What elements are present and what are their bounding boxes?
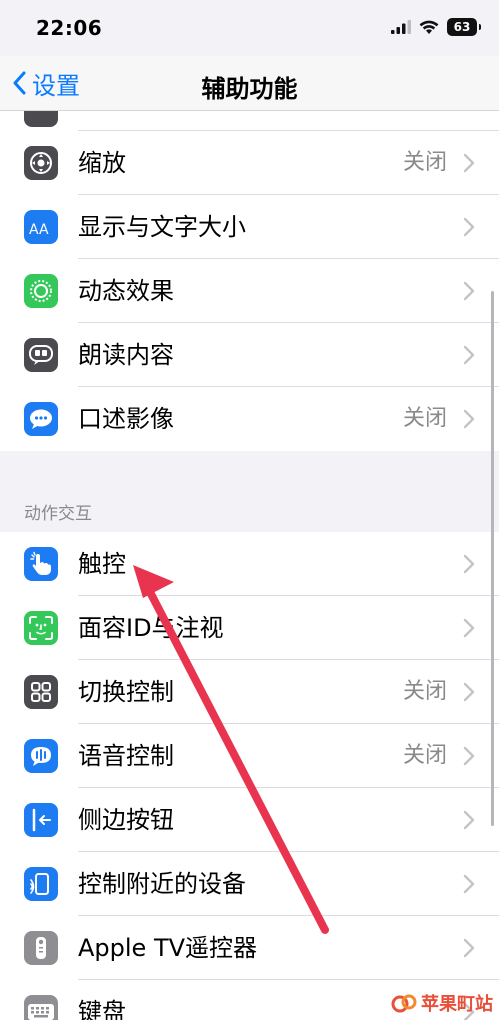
settings-row-voice-control[interactable]: 语音控制 关闭 <box>0 724 499 788</box>
logo-icon <box>391 994 417 1013</box>
row-label: 朗读内容 <box>78 341 174 369</box>
wifi-icon <box>419 20 439 34</box>
settings-row-side-button[interactable]: 侧边按钮 <box>0 788 499 852</box>
row-label: 语音控制 <box>78 742 174 770</box>
face-id-icon <box>24 611 58 645</box>
chevron-right-icon <box>463 217 475 241</box>
settings-row-spoken-content[interactable]: 朗读内容 <box>0 323 499 387</box>
keyboard-icon <box>24 995 58 1020</box>
side-button-icon <box>24 803 58 837</box>
previous-group-tail <box>0 111 499 131</box>
row-label: 面容ID与注视 <box>78 614 224 642</box>
chevron-right-icon <box>463 810 475 834</box>
row-value: 关闭 <box>402 679 447 704</box>
chevron-right-icon <box>463 345 475 369</box>
settings-row-face-id-attention[interactable]: 面容ID与注视 <box>0 596 499 660</box>
settings-row-apple-tv-remote[interactable]: Apple TV遥控器 <box>0 916 499 980</box>
chevron-right-icon <box>463 682 475 706</box>
row-label: 口述影像 <box>78 405 174 433</box>
settings-row-control-nearby-devices[interactable]: 控制附近的设备 <box>0 852 499 916</box>
chat-bubble-icon <box>24 402 58 436</box>
nav-bar: 设置 辅助功能 <box>0 56 499 111</box>
chevron-right-icon <box>463 281 475 305</box>
signal-icon <box>391 20 411 34</box>
settings-row-switch-control[interactable]: 切换控制 关闭 <box>0 660 499 724</box>
chevron-right-icon <box>463 153 475 177</box>
voice-control-icon <box>24 739 58 773</box>
settings-row-audio-descriptions[interactable]: 口述影像 关闭 <box>0 387 499 451</box>
settings-row-touch[interactable]: 触控 <box>0 532 499 596</box>
nearby-devices-icon <box>24 867 58 901</box>
status-time: 22:06 <box>36 16 103 40</box>
row-value: 关闭 <box>402 406 447 431</box>
chevron-right-icon <box>463 554 475 578</box>
accessibility-vision-group: 缩放 关闭 AA 显示与文字大小 动态效果 朗读内容 口述影像 关闭 <box>0 131 499 451</box>
row-label: 显示与文字大小 <box>78 213 246 241</box>
battery-indicator: 63 <box>447 18 481 36</box>
chevron-right-icon <box>463 409 475 433</box>
text-size-icon: AA <box>24 210 58 244</box>
scroll-indicator[interactable] <box>491 291 494 826</box>
status-bar: 22:06 63 <box>0 0 499 56</box>
row-label: 控制附近的设备 <box>78 870 246 898</box>
settings-row-motion[interactable]: 动态效果 <box>0 259 499 323</box>
motion-icon <box>24 274 58 308</box>
interaction-group: 触控 面容ID与注视 切换控制 关闭 语音控制 关闭 侧边按钮 控制附近的设备 Apple TV… <box>0 532 499 1020</box>
chevron-right-icon <box>463 746 475 770</box>
row-value: 关闭 <box>402 150 447 175</box>
row-label: 侧边按钮 <box>78 806 174 834</box>
watermark: 苹果町站 <box>391 990 493 1016</box>
row-label: Apple TV遥控器 <box>78 934 258 962</box>
chevron-right-icon <box>463 938 475 962</box>
partial-row-icon <box>24 111 58 127</box>
svg-text:AA: AA <box>29 222 49 237</box>
battery-level: 63 <box>453 20 471 34</box>
section-header-interaction: 动作交互 <box>24 504 92 524</box>
settings-row-zoom[interactable]: 缩放 关闭 <box>0 131 499 195</box>
page-title: 辅助功能 <box>201 75 298 103</box>
zoom-icon <box>24 146 58 180</box>
settings-row-display-text-size[interactable]: AA 显示与文字大小 <box>0 195 499 259</box>
hand-tap-icon <box>24 547 58 581</box>
grid-icon <box>24 675 58 709</box>
row-label: 动态效果 <box>78 277 174 305</box>
chevron-right-icon <box>463 874 475 898</box>
row-label: 键盘 <box>78 998 126 1020</box>
row-label: 缩放 <box>78 149 126 177</box>
status-icons: 63 <box>391 18 481 36</box>
row-value: 关闭 <box>402 743 447 768</box>
row-label: 切换控制 <box>78 678 174 706</box>
settings-list[interactable]: 缩放 关闭 AA 显示与文字大小 动态效果 朗读内容 口述影像 关闭 动作交互 触控 面容ID与… <box>0 111 499 1020</box>
watermark-text: 苹果町站 <box>421 994 493 1015</box>
chevron-right-icon <box>463 618 475 642</box>
speech-bubble-icon <box>24 338 58 372</box>
row-label: 触控 <box>78 550 126 578</box>
remote-icon <box>24 931 58 965</box>
